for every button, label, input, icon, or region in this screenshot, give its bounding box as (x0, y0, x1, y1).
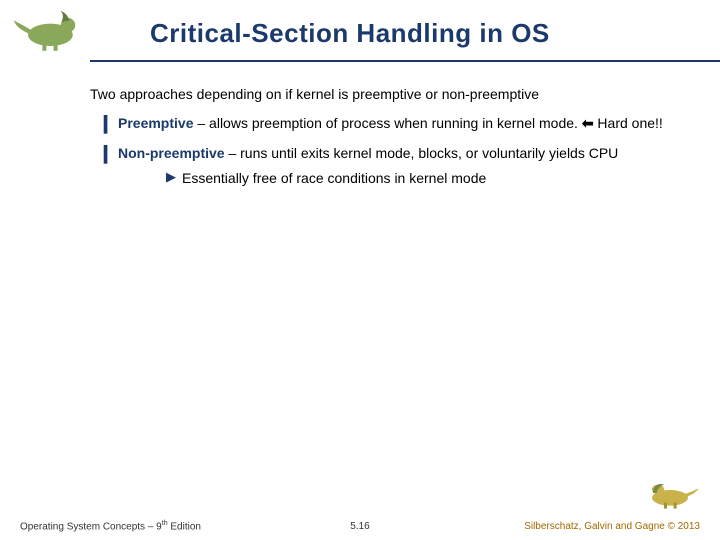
slide-title: Critical-Section Handling in OS (150, 18, 700, 49)
bullet-text: – allows preemption of process when runn… (193, 115, 581, 131)
sub-bullet-item: ▶ Essentially free of race conditions in… (118, 169, 670, 188)
bullet-term: Preemptive (118, 115, 193, 131)
bullet-tail: Hard one!! (594, 115, 663, 131)
bullet-term: Non-preemptive (118, 145, 225, 161)
bullet-text: – runs until exits kernel mode, blocks, … (225, 145, 619, 161)
bullet-item: ❙ Preemptive – allows preemption of proc… (90, 114, 680, 134)
slide-footer: Operating System Concepts – 9th Edition … (0, 504, 720, 540)
slide-header: Critical-Section Handling in OS (0, 0, 720, 70)
footer-copyright: Silberschatz, Galvin and Gagne © 2013 (524, 521, 700, 532)
intro-text: Two approaches depending on if kernel is… (90, 85, 680, 104)
dinosaur-left-icon (12, 6, 92, 54)
left-arrow-icon: ⬅ (582, 115, 594, 131)
bullet-body: Non-preemptive – runs until exits kernel… (118, 144, 680, 188)
bullet-item: ❙ Non-preemptive – runs until exits kern… (90, 144, 680, 188)
triangle-bullet-icon: ▶ (166, 169, 182, 188)
bullet-bar-icon: ❙ (98, 144, 118, 188)
slide-content: Two approaches depending on if kernel is… (90, 85, 680, 197)
bullet-body: Preemptive – allows preemption of proces… (118, 114, 680, 134)
sub-bullet-text: Essentially free of race conditions in k… (182, 169, 670, 188)
title-rule (90, 60, 720, 62)
bullet-bar-icon: ❙ (98, 114, 118, 134)
